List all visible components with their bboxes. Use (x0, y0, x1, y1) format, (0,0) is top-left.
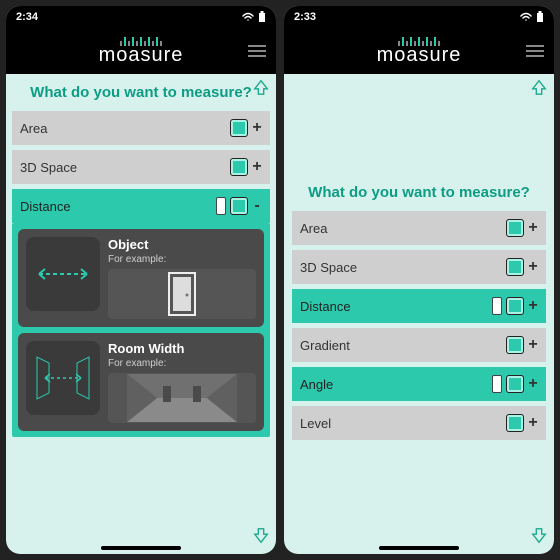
logo: moasure (99, 36, 184, 67)
battery-icon (258, 11, 266, 23)
row-label: 3D Space (20, 160, 77, 175)
row-3d-space[interactable]: 3D Space + (292, 250, 546, 284)
distance-options: Object For example: (12, 223, 270, 437)
expand-icon: + (252, 158, 262, 176)
phone-right: 2:33 moasure What do you want to measure… (284, 6, 554, 554)
row-3d-space[interactable]: 3D Space + (12, 150, 270, 184)
row-distance[interactable]: Distance - (12, 189, 270, 223)
statusbar: 2:33 (284, 6, 554, 28)
sensor-icon (506, 297, 524, 315)
page-title: What do you want to measure? (284, 174, 554, 211)
card-subtitle: For example: (108, 358, 256, 369)
card-title: Object (108, 237, 256, 252)
expand-icon: + (528, 297, 538, 315)
collapse-icon: - (252, 197, 262, 215)
app-header: moasure (6, 28, 276, 74)
sensor-icon (506, 375, 524, 393)
sensor-icon (506, 336, 524, 354)
clock: 2:33 (294, 11, 316, 23)
card-room-width[interactable]: Room Width For example: (18, 333, 264, 431)
card-illustration-room (108, 373, 256, 423)
card-subtitle: For example: (108, 254, 256, 265)
row-label: Gradient (300, 338, 350, 353)
thumb-room-icon (26, 341, 100, 415)
status-icons (242, 11, 266, 23)
expand-icon: + (528, 414, 538, 432)
menu-button[interactable] (248, 42, 266, 60)
row-label: Area (20, 121, 47, 136)
sensor-icon (230, 158, 248, 176)
phone-icon (492, 375, 502, 393)
expand-icon: + (528, 219, 538, 237)
home-indicator[interactable] (379, 546, 459, 550)
row-level[interactable]: Level + (292, 406, 546, 440)
content-area: What do you want to measure? Area + 3D S… (6, 74, 276, 554)
thumb-distance-icon (26, 237, 100, 311)
row-distance[interactable]: Distance + (292, 289, 546, 323)
app-header: moasure (284, 28, 554, 74)
clock: 2:34 (16, 11, 38, 23)
wifi-icon (242, 12, 254, 22)
row-label: Angle (300, 377, 333, 392)
logo: moasure (377, 36, 462, 67)
statusbar: 2:34 (6, 6, 276, 28)
row-area[interactable]: Area + (12, 111, 270, 145)
sensor-icon (230, 197, 248, 215)
phone-icon (492, 297, 502, 315)
sensor-icon (506, 414, 524, 432)
scroll-up-icon[interactable] (530, 78, 548, 101)
battery-icon (536, 11, 544, 23)
expand-icon: + (528, 258, 538, 276)
row-angle[interactable]: Angle + (292, 367, 546, 401)
page-title: What do you want to measure? (26, 74, 256, 111)
expand-icon: + (528, 375, 538, 393)
row-label: 3D Space (300, 260, 357, 275)
scroll-down-icon[interactable] (530, 527, 548, 550)
content-area: What do you want to measure? Area + 3D S… (284, 74, 554, 554)
measure-list: Area + 3D Space + Distance (6, 111, 276, 223)
sensor-icon (506, 258, 524, 276)
home-indicator[interactable] (101, 546, 181, 550)
row-label: Distance (300, 299, 351, 314)
expand-icon: + (528, 336, 538, 354)
row-area[interactable]: Area + (292, 211, 546, 245)
row-label: Distance (20, 199, 71, 214)
status-icons (520, 11, 544, 23)
sensor-icon (506, 219, 524, 237)
menu-button[interactable] (526, 42, 544, 60)
wifi-icon (520, 12, 532, 22)
card-illustration-door (108, 269, 256, 319)
phone-icon (216, 197, 226, 215)
scroll-down-icon[interactable] (252, 527, 270, 550)
row-label: Area (300, 221, 327, 236)
phone-left: 2:34 moasure What do you want to measure… (6, 6, 276, 554)
card-title: Room Width (108, 341, 256, 356)
row-label: Level (300, 416, 331, 431)
card-object[interactable]: Object For example: (18, 229, 264, 327)
sensor-icon (230, 119, 248, 137)
measure-list: Area + 3D Space + Distance + Gradient + … (284, 211, 554, 440)
scroll-up-icon[interactable] (252, 78, 270, 101)
row-gradient[interactable]: Gradient + (292, 328, 546, 362)
expand-icon: + (252, 119, 262, 137)
